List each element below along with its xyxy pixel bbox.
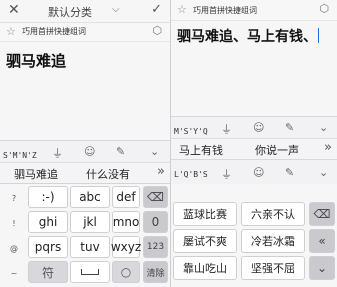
emoji-icon[interactable]: ☺ xyxy=(84,145,95,158)
check-icon[interactable]: ✓ xyxy=(151,2,162,17)
candidate-1[interactable]: 马上有钱 xyxy=(179,142,223,158)
key-symbols[interactable]: :-) xyxy=(28,186,68,208)
phrase-4[interactable]: 冷若冰霜 xyxy=(241,229,305,253)
phrase-2[interactable]: 六亲不认 xyxy=(241,202,305,226)
pinyin-composition: L'Q'B'S xyxy=(174,170,208,179)
phrase-1[interactable]: 蓝球比赛 xyxy=(173,202,237,226)
attach-icon[interactable]: ✎ xyxy=(285,166,294,179)
symbol-key-exclaim[interactable]: ! xyxy=(4,212,24,234)
symbol-key-tilde[interactable]: ~ xyxy=(4,262,24,284)
note-text[interactable]: 驷马难追、马上有钱、 xyxy=(177,26,319,46)
symbol-key-question[interactable]: ? xyxy=(4,187,24,209)
key-wxyz[interactable]: wxyz xyxy=(111,236,141,258)
tip-bar: ☆ 巧用首拼快捷组词 ⬡ xyxy=(0,23,170,42)
tip-bar: ☆ 巧用首拼快捷组词 ⬡ xyxy=(171,0,337,21)
key-ghi[interactable]: ghi xyxy=(28,211,68,233)
phrase-3[interactable]: 屡试不爽 xyxy=(173,229,237,253)
category-title[interactable]: 默认分类 xyxy=(48,4,92,20)
note-content: 驷马难追 xyxy=(6,52,67,70)
chevron-down-icon[interactable]: ⌵ xyxy=(112,4,120,15)
key-tuv[interactable]: tuv xyxy=(70,236,110,258)
pinyin-composition: S'M'N'Z xyxy=(3,151,37,160)
backspace-key[interactable]: ⌫ xyxy=(309,202,335,226)
hide-keyboard-key[interactable]: ⌄ xyxy=(309,256,335,280)
attach-icon[interactable]: ✎ xyxy=(285,121,294,134)
close-icon[interactable]: ✕ xyxy=(8,2,20,18)
key-mno[interactable]: mno xyxy=(112,211,140,233)
key-pqrs[interactable]: pqrs xyxy=(28,236,68,258)
key-def[interactable]: def xyxy=(112,186,140,208)
key-123[interactable]: 123 xyxy=(143,236,168,258)
space-icon xyxy=(81,269,99,275)
candidate-bar: 马上有钱 你说一声 » xyxy=(171,138,337,160)
note-content: 驷马难追、马上有钱、 xyxy=(177,29,317,45)
left-panel: ✕ 默认分类 ⌵ ✓ ☆ 巧用首拼快捷组词 ⬡ 驷马难追 S'M'N'Z ⏚ ☺… xyxy=(0,0,170,287)
chevron-down-icon[interactable]: ⌄ xyxy=(150,145,159,158)
mic-icon[interactable]: ⏚ xyxy=(221,121,232,137)
backspace-key[interactable]: ⌫ xyxy=(143,186,168,208)
ime-toolbar-2: L'Q'B'S ⏚ ☺ ✎ ⌄ xyxy=(171,159,337,184)
attach-icon[interactable]: ✎ xyxy=(116,145,125,158)
emoji-icon[interactable]: ☺ xyxy=(253,121,264,134)
ime-toolbar: M'S'Y'Q ⏚ ☺ ✎ ⌄ xyxy=(171,116,337,139)
collapse-key[interactable]: « xyxy=(309,229,335,253)
tag-icon[interactable]: ⬡ xyxy=(152,24,162,37)
key-settings[interactable]: ○ xyxy=(112,261,140,283)
ime-toolbar: S'M'N'Z ⏚ ☺ ✎ ⌄ xyxy=(0,140,170,163)
text-caret xyxy=(318,28,319,43)
tip-text: 巧用首拼快捷组词 xyxy=(22,27,86,36)
header-bar: ✕ 默认分类 ⌵ ✓ xyxy=(0,0,170,23)
tip-text: 巧用首拼快捷组词 xyxy=(193,6,257,15)
symbol-key-at[interactable]: @ xyxy=(4,237,24,259)
key-jkl[interactable]: jkl xyxy=(70,211,110,233)
key-zero[interactable]: 0 xyxy=(143,211,168,233)
chevron-down-icon[interactable]: ⌄ xyxy=(319,121,328,134)
phrase-6[interactable]: 坚强不屈 xyxy=(241,256,305,280)
tag-icon[interactable]: ⬡ xyxy=(319,2,329,15)
key-symbol-board[interactable]: 符 xyxy=(28,261,68,283)
chevron-down-icon[interactable]: ⌄ xyxy=(319,166,328,179)
mic-icon[interactable]: ⏚ xyxy=(52,145,63,161)
note-text[interactable]: 驷马难追 xyxy=(6,50,66,71)
more-candidates-icon[interactable]: » xyxy=(157,164,165,179)
phrase-5[interactable]: 靠山吃山 xyxy=(173,256,237,280)
more-candidates-icon[interactable]: » xyxy=(324,140,332,155)
candidate-1[interactable]: 驷马难追 xyxy=(14,166,58,182)
right-panel: ☆ 巧用首拼快捷组词 ⬡ 驷马难追、马上有钱、 M'S'Y'Q ⏚ ☺ ✎ ⌄ … xyxy=(171,0,337,287)
space-key[interactable] xyxy=(70,261,110,283)
star-icon[interactable]: ☆ xyxy=(6,25,16,38)
emoji-icon[interactable]: ☺ xyxy=(253,166,264,179)
candidate-2[interactable]: 你说一声 xyxy=(255,142,299,158)
key-abc[interactable]: abc xyxy=(70,186,110,208)
candidate-bar: 驷马难追 什么没有 » xyxy=(0,162,170,184)
candidate-2[interactable]: 什么没有 xyxy=(86,166,130,182)
star-icon[interactable]: ☆ xyxy=(177,3,187,16)
pinyin-composition: M'S'Y'Q xyxy=(174,127,208,136)
mic-icon[interactable]: ⏚ xyxy=(221,166,232,182)
key-clear[interactable]: 清除 xyxy=(143,261,168,283)
